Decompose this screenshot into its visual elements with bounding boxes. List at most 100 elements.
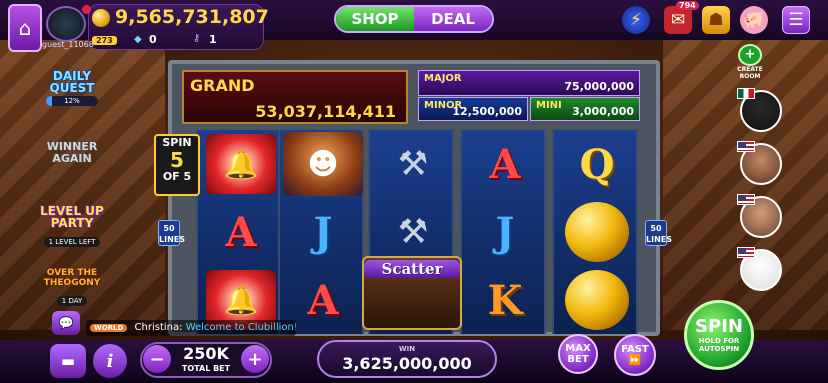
create-room-icon: + [738,44,762,66]
pickaxe-shovel-symbol: ⚒ [397,144,429,184]
menu-icon[interactable]: ☰ [782,6,810,34]
mini-jackpot: MINI 3,000,000 [530,97,640,121]
bag-icon[interactable]: ☗ [702,6,730,34]
bell-symbol: 🔔 [206,134,276,194]
symbol-a: A [307,276,339,324]
fast-button[interactable]: FAST ⏩ [614,334,656,376]
create-room-label-2: ROOM [739,73,761,80]
chat-user: Christina: [134,322,183,333]
winner-again-title-2: AGAIN [52,152,92,165]
notification-dot [82,5,91,14]
daily-quest-title-2: QUEST [49,81,95,95]
symbol-a: A [489,140,521,188]
reel-cell: J [462,198,548,266]
info-button[interactable]: i [93,344,127,378]
increase-bet-button[interactable]: + [241,345,269,373]
minor-jackpot: MINOR 12,500,000 [418,97,528,121]
deal-button[interactable]: DEAL [414,7,492,31]
gold-nugget-symbol [565,270,629,330]
shop-deal-toggle: SHOP DEAL [334,5,494,33]
reel-cell [554,198,640,266]
key-count: 1 [209,33,217,46]
paytable-button[interactable]: ▬ [50,344,86,378]
lines-label-left: LINES [159,235,185,244]
player-avatar[interactable] [46,6,86,42]
miner-symbol: ☻ [283,132,363,196]
home-icon: ⌂ [18,16,32,40]
major-value: 75,000,000 [564,80,634,93]
coin-balance: 9,565,731,807 [115,6,269,28]
total-bet-label: TOTAL BET [181,364,231,373]
level-up-sub: 1 LEVEL LEFT [43,237,101,247]
symbol-k: K [487,276,523,324]
win-label: WIN [398,345,416,353]
level-up-party-button[interactable]: LEVEL UP PARTY 1 LEVEL LEFT [38,205,106,248]
lines-label-right: LINES [646,235,672,244]
reel-cell: ☻ [280,130,366,198]
winner-again-button[interactable]: WINNER AGAIN [38,141,106,165]
lines-count-left: 50 [163,224,175,233]
theogony-sub: 1 DAY [56,296,88,306]
max-bet-button[interactable]: MAX BET [558,334,598,374]
reel-4: AJK [460,130,546,334]
chat-world-tag: WORLD [90,324,128,332]
reel-1: 🔔 A 🔔 [196,130,282,334]
grand-label: GRAND [190,76,255,95]
mail-icon[interactable]: ✉ [664,6,692,34]
fast-forward-icon: ⏩ [628,355,642,366]
reel-2: ☻ J A [278,130,364,334]
max-bet-line1: MAX [565,343,591,354]
total-bet-value: 250K [183,344,229,363]
stack-icon: ▬ [60,352,76,370]
usa-flag-icon [737,247,755,258]
spin-label: SPIN [695,316,743,337]
level-up-title-2: PARTY [50,216,94,230]
decrease-bet-button[interactable]: − [143,345,171,373]
reel-cell: A [198,198,284,266]
key-icon: ⚷ [193,33,201,44]
lines-count-right: 50 [650,224,662,233]
chat-ticker[interactable]: WORLD Christina: Welcome to Clubillion! [86,320,296,336]
reel-cell: 🔔 [198,130,284,198]
create-room-button[interactable]: + CREATE ROOM [735,44,765,80]
reel-cell [554,266,640,334]
daily-quest-button[interactable]: DAILY QUEST 12% [38,70,106,106]
spin-button[interactable]: SPIN HOLD FOR AUTOSPIN [684,300,754,370]
free-spin-bottom: OF 5 [162,170,192,183]
theogony-title-1: OVER THE [46,268,98,278]
chat-message: Welcome to Clubillion! [185,322,296,333]
reel-cell: J [280,198,366,266]
reel-5: Q [552,130,638,334]
mini-value: 3,000,000 [572,105,634,118]
mail-count-badge: 794 [676,1,699,10]
piggy-bank-icon[interactable]: 🐖 [740,6,768,34]
daily-quest-progress-bar: 12% [46,96,98,106]
home-button[interactable]: ⌂ [8,4,42,52]
level-badge: 273 [92,36,117,45]
usa-flag-icon [737,194,755,205]
grand-value: 53,037,114,411 [255,102,396,121]
reel-cell: A [462,130,548,198]
chat-icon: 💬 [58,316,74,330]
chat-button[interactable]: 💬 [52,311,80,335]
major-label: MAJOR [424,73,462,84]
win-value: 3,625,000,000 [342,354,472,373]
reel-cell: Q [554,130,640,198]
max-bet-line2: BET [567,354,589,365]
scatter-symbol: Scatter [362,256,462,330]
symbol-j: J [495,208,515,256]
free-spin-counter: SPIN 5 OF 5 [154,134,200,196]
daily-quest-progress-text: 12% [64,97,80,105]
theogony-button[interactable]: OVER THE THEOGONY 1 DAY [38,268,106,307]
minor-value: 12,500,000 [452,105,522,118]
shop-button[interactable]: SHOP [336,7,414,31]
info-icon: i [106,350,114,372]
bolt-icon[interactable]: ⚡ [622,6,650,34]
reel-cell: ⚒ [370,130,456,198]
lines-badge-left: 50 LINES [158,220,185,246]
username: guest_11068 [42,40,94,49]
usa-flag-icon [737,141,755,152]
symbol-a: A [225,208,257,256]
free-spin-current: 5 [170,148,184,172]
grand-jackpot: GRAND 53,037,114,411 [182,70,408,124]
